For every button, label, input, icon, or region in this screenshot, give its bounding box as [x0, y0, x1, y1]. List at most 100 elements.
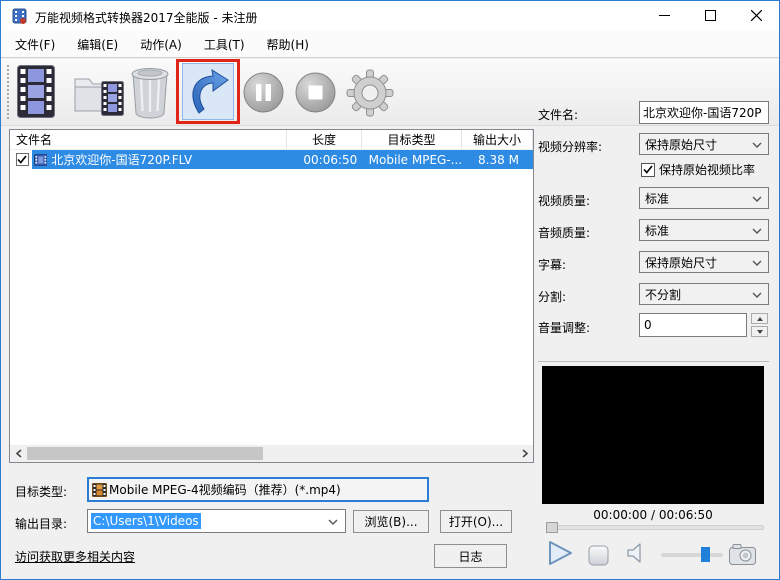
video-quality-select[interactable]: 标准	[639, 187, 769, 209]
play-button[interactable]	[547, 539, 574, 567]
close-button[interactable]	[733, 1, 779, 30]
chevron-down-icon	[752, 260, 762, 266]
chevron-down-icon	[752, 292, 762, 298]
chevron-down-icon	[752, 228, 762, 234]
seek-slider[interactable]	[546, 525, 764, 530]
menu-tools[interactable]: 工具(T)	[202, 34, 247, 55]
split-value: 不分割	[645, 286, 681, 303]
convert-button[interactable]	[182, 63, 234, 120]
toolbar-gripper	[7, 65, 10, 119]
delete-button[interactable]	[127, 65, 173, 119]
resolution-label: 视频分辨率:	[538, 138, 602, 155]
audio-quality-label: 音频质量:	[538, 224, 590, 241]
convert-icon	[186, 69, 230, 115]
scrollbar-thumb[interactable]	[27, 447, 263, 460]
menu-bar: 文件(F) 编辑(E) 动作(A) 工具(T) 帮助(H)	[1, 31, 779, 58]
menu-edit[interactable]: 编辑(E)	[75, 34, 120, 55]
app-window: 万能视频格式转换器2017全能版 - 未注册 文件(F) 编辑(E) 动作(A)…	[0, 0, 780, 580]
spin-up-button[interactable]	[751, 313, 768, 324]
filename-input[interactable]: 北京欢迎你-国语720P	[639, 101, 769, 124]
file-row-checkbox[interactable]	[16, 153, 29, 166]
audio-quality-value: 标准	[645, 222, 669, 239]
check-icon	[17, 155, 27, 164]
format-film-icon	[92, 483, 107, 497]
snapshot-button[interactable]	[729, 544, 756, 565]
chevron-down-icon	[328, 519, 338, 525]
menu-help[interactable]: 帮助(H)	[265, 34, 311, 55]
window-title: 万能视频格式转换器2017全能版 - 未注册	[35, 9, 258, 26]
preview-divider	[538, 361, 769, 362]
output-dir-label: 输出目录:	[15, 515, 67, 532]
split-label: 分割:	[538, 288, 566, 305]
volume-slider[interactable]	[661, 553, 723, 557]
video-quality-value: 标准	[645, 190, 669, 207]
duration-cell: 00:06:50	[294, 153, 367, 167]
maximize-button[interactable]	[687, 1, 733, 30]
triangle-up-icon	[757, 317, 763, 321]
chevron-left-icon	[16, 449, 22, 458]
volume-input[interactable]: 0	[639, 313, 747, 337]
column-header-filename[interactable]: 文件名	[10, 130, 287, 149]
resolution-select[interactable]: 保持原始尺寸	[639, 133, 769, 155]
video-file-icon	[34, 154, 48, 166]
audio-quality-select[interactable]: 标准	[639, 219, 769, 241]
horizontal-scrollbar[interactable]	[10, 445, 533, 462]
title-bar: 万能视频格式转换器2017全能版 - 未注册	[1, 1, 779, 31]
scroll-right-arrow[interactable]	[516, 445, 533, 462]
open-button[interactable]: 打开(O)...	[440, 510, 512, 533]
more-content-link[interactable]: 访问获取更多相关内容	[15, 548, 135, 565]
mute-button[interactable]	[627, 543, 642, 563]
app-icon	[12, 8, 28, 24]
menu-action[interactable]: 动作(A)	[138, 34, 184, 55]
chevron-down-icon	[752, 142, 762, 148]
settings-button[interactable]	[345, 68, 395, 118]
subtitle-label: 字幕:	[538, 256, 566, 273]
add-file-button[interactable]	[17, 65, 55, 118]
minimize-button[interactable]	[641, 1, 687, 30]
output-size-cell: 8.38 M	[464, 153, 533, 167]
triangle-down-icon	[757, 330, 763, 334]
file-row[interactable]: 北京欢迎你-国语720P.FLV 00:06:50 Mobile MPEG-..…	[10, 150, 533, 169]
seek-handle[interactable]	[546, 522, 558, 533]
player-stop-button[interactable]	[588, 545, 609, 566]
maximize-icon	[705, 10, 716, 21]
target-type-value: Mobile MPEG-4视频编码（推荐）(*.mp4)	[109, 481, 341, 498]
column-header-output-size[interactable]: 输出大小	[462, 130, 533, 149]
browse-button[interactable]: 浏览(B)...	[353, 510, 429, 533]
column-header-duration[interactable]: 长度	[287, 130, 362, 149]
video-preview	[542, 366, 764, 504]
file-name-cell: 北京欢迎你-国语720P.FLV	[51, 151, 275, 168]
scroll-left-arrow[interactable]	[10, 445, 27, 462]
file-list-header: 文件名 长度 目标类型 输出大小	[10, 130, 533, 150]
split-select[interactable]: 不分割	[639, 283, 769, 305]
pause-button[interactable]	[243, 72, 284, 113]
playback-time: 00:00:00 / 00:06:50	[542, 508, 764, 522]
minimize-icon	[659, 10, 670, 21]
output-dir-value: C:\Users\1\Videos	[91, 513, 201, 529]
add-folder-button[interactable]	[73, 71, 125, 117]
close-icon	[751, 10, 762, 21]
target-type-field[interactable]: Mobile MPEG-4视频编码（推荐）(*.mp4)	[87, 477, 429, 502]
subtitle-value: 保持原始尺寸	[645, 254, 717, 271]
keep-ratio-checkbox[interactable]	[641, 163, 655, 177]
target-type-label: 目标类型:	[15, 483, 67, 500]
resolution-value: 保持原始尺寸	[645, 136, 717, 153]
log-button[interactable]: 日志	[434, 544, 507, 568]
keep-ratio-row: 保持原始视频比率	[641, 161, 755, 178]
check-icon	[643, 165, 653, 174]
keep-ratio-label: 保持原始视频比率	[659, 161, 755, 178]
volume-label: 音量调整:	[538, 319, 590, 336]
chevron-down-icon	[752, 196, 762, 202]
spin-down-button[interactable]	[751, 326, 768, 337]
stop-button[interactable]	[295, 72, 336, 113]
filename-value: 北京欢迎你-国语720P	[643, 104, 761, 121]
menu-file[interactable]: 文件(F)	[13, 34, 57, 55]
video-quality-label: 视频质量:	[538, 192, 590, 209]
subtitle-select[interactable]: 保持原始尺寸	[639, 251, 769, 273]
output-dir-combobox[interactable]: C:\Users\1\Videos	[87, 509, 346, 533]
file-list: 文件名 长度 目标类型 输出大小 北京欢迎你-国语720P.FLV 00:06:…	[9, 129, 534, 463]
column-header-target-type[interactable]: 目标类型	[362, 130, 462, 149]
volume-spinner	[751, 313, 768, 337]
volume-value: 0	[644, 318, 652, 332]
volume-slider-handle[interactable]	[701, 547, 710, 562]
